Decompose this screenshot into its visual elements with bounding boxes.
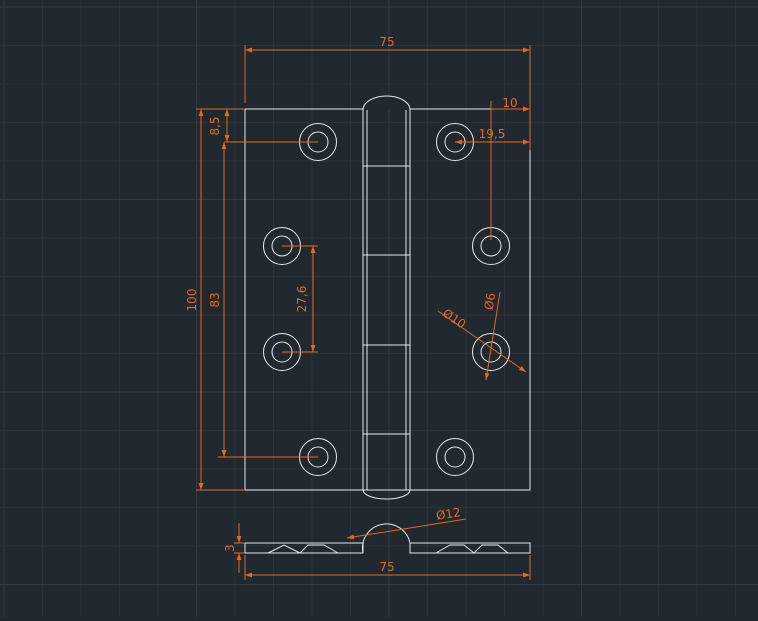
pin-head-bottom [362,489,411,500]
background-grid [0,0,758,617]
dim-label-overall-height: 100 [185,289,199,312]
dim-label-thickness: 3 [223,544,237,552]
dim-label-counterbore: Ø10 [440,306,468,331]
dim-label-hole-pitch: 27,6 [295,286,309,313]
dim-label-hole: Ø6 [482,292,499,311]
dim-label-hole-span: 83 [208,292,222,307]
dim-label-top-margin: 8,5 [208,116,222,135]
pin-head-top [362,95,411,111]
hinge-side-view [244,523,531,554]
side-knuckle-curl [361,523,411,554]
hinge-drawing: 75 10 19,5 8,5 100 83 27,6 Ø10 Ø6 Ø12 3 … [0,0,758,617]
cad-drawing-canvas[interactable]: 75 10 19,5 8,5 100 83 27,6 Ø10 Ø6 Ø12 3 … [0,0,758,617]
side-profile-left [244,542,364,554]
dim-label-hole-offset: 19,5 [479,127,506,141]
dim-label-overall-width-top: 75 [379,35,394,49]
screw-hole [436,438,474,476]
dim-label-overall-width-bottom: 75 [379,560,394,574]
dim-label-pin-inset: 10 [502,96,517,110]
